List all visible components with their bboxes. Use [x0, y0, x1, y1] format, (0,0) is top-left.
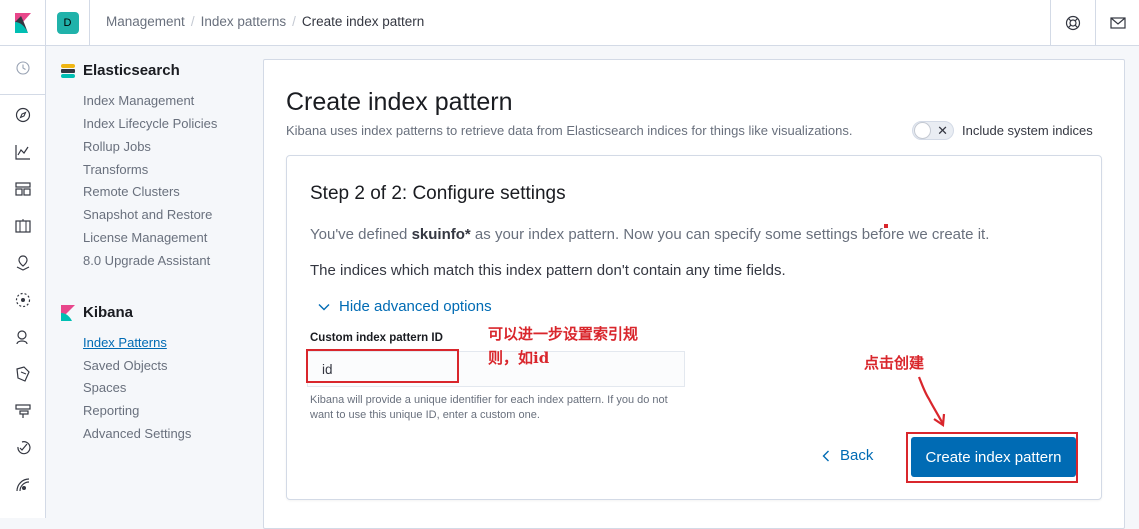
annotation-note-id-line1: 可以进一步设置索引规 — [488, 325, 639, 343]
sidebar-item-spaces[interactable]: Spaces — [83, 380, 126, 395]
kibana-icon — [61, 304, 75, 321]
toggle-off-icon: ✕ — [937, 123, 948, 138]
page-title: Create index pattern — [286, 88, 513, 116]
apm-icon[interactable] — [14, 402, 32, 420]
visualize-icon[interactable] — [14, 143, 32, 161]
kibana-logo[interactable] — [0, 0, 46, 46]
help-lifebuoy-icon — [1065, 15, 1080, 31]
no-time-fields-text: The indices which match this index patte… — [310, 262, 786, 279]
infrastructure-icon[interactable] — [14, 328, 32, 346]
custom-id-help-text: Kibana will provide a unique identifier … — [310, 394, 668, 421]
sidebar-item-index-patterns[interactable]: Index Patterns — [83, 335, 167, 350]
space-avatar: D — [56, 12, 79, 34]
hide-advanced-options-link[interactable]: Hide advanced options — [318, 298, 492, 315]
back-button[interactable]: Back — [822, 447, 873, 464]
page-description: Kibana uses index patterns to retrieve d… — [286, 123, 853, 138]
nav-rail — [0, 46, 46, 518]
siem-icon[interactable] — [14, 476, 32, 494]
breadcrumb-index-patterns[interactable]: Index patterns — [201, 14, 287, 29]
ml-icon[interactable] — [14, 291, 32, 309]
breadcrumb-management[interactable]: Management — [106, 14, 185, 29]
include-system-indices-toggle[interactable]: ✕ — [912, 121, 954, 140]
mail-icon — [1109, 17, 1126, 29]
annotation-note-create: 点击创建 — [864, 354, 925, 372]
elasticsearch-icon — [61, 63, 75, 78]
sidenav-section-kibana: Kibana — [60, 304, 133, 321]
sidenav-section-elasticsearch: Elasticsearch — [60, 62, 180, 79]
breadcrumb-current: Create index pattern — [301, 14, 425, 29]
sidebar-item-upgrade-assistant[interactable]: 8.0 Upgrade Assistant — [83, 253, 210, 268]
kibana-logo-icon — [14, 13, 31, 33]
annotation-arrow-icon — [917, 376, 946, 427]
sidebar-item-saved-objects[interactable]: Saved Objects — [83, 358, 168, 373]
step-title: Step 2 of 2: Configure settings — [310, 183, 566, 204]
logs-icon[interactable] — [14, 365, 32, 383]
space-selector[interactable]: D — [46, 0, 90, 46]
annotation-note-id-line2: 则，如id — [488, 349, 550, 367]
top-header: D Management / Index patterns / Create index… — [0, 0, 1139, 46]
sidebar-item-license-management[interactable]: License Management — [83, 230, 207, 245]
chevron-left-icon — [822, 450, 829, 461]
custom-id-label: Custom index pattern ID — [310, 332, 443, 344]
canvas-icon[interactable] — [14, 217, 32, 235]
chevron-down-icon — [318, 303, 330, 310]
uptime-icon[interactable] — [14, 439, 32, 457]
discover-icon[interactable] — [14, 106, 32, 124]
sidebar-item-reporting[interactable]: Reporting — [83, 403, 139, 418]
defined-pattern-text: You've defined skuinfo* as your index pa… — [310, 226, 990, 243]
pattern-name: skuinfo* — [411, 226, 471, 243]
annotation-dot — [884, 224, 888, 228]
news-feed-button[interactable] — [1095, 0, 1139, 46]
toggle-knob — [914, 122, 931, 139]
create-index-pattern-button[interactable]: Create index pattern — [911, 437, 1076, 477]
sidebar-item-index-management[interactable]: Index Management — [83, 93, 194, 108]
help-button[interactable] — [1050, 0, 1094, 46]
maps-icon[interactable] — [14, 254, 32, 272]
include-system-indices-label: Include system indices — [962, 123, 1093, 138]
sidebar-item-snapshot-restore[interactable]: Snapshot and Restore — [83, 207, 212, 222]
sidebar-item-rollup-jobs[interactable]: Rollup Jobs — [83, 139, 151, 154]
breadcrumb: Management / Index patterns / Create index p… — [106, 14, 425, 29]
sidebar-item-transforms[interactable]: Transforms — [83, 162, 148, 177]
sidebar-item-remote-clusters[interactable]: Remote Clusters — [83, 184, 180, 199]
sidebar-item-ilm[interactable]: Index Lifecycle Policies — [83, 116, 217, 131]
sidebar-item-advanced-settings[interactable]: Advanced Settings — [83, 426, 191, 441]
dashboard-icon[interactable] — [14, 180, 32, 198]
recently-viewed-icon[interactable] — [14, 59, 32, 77]
